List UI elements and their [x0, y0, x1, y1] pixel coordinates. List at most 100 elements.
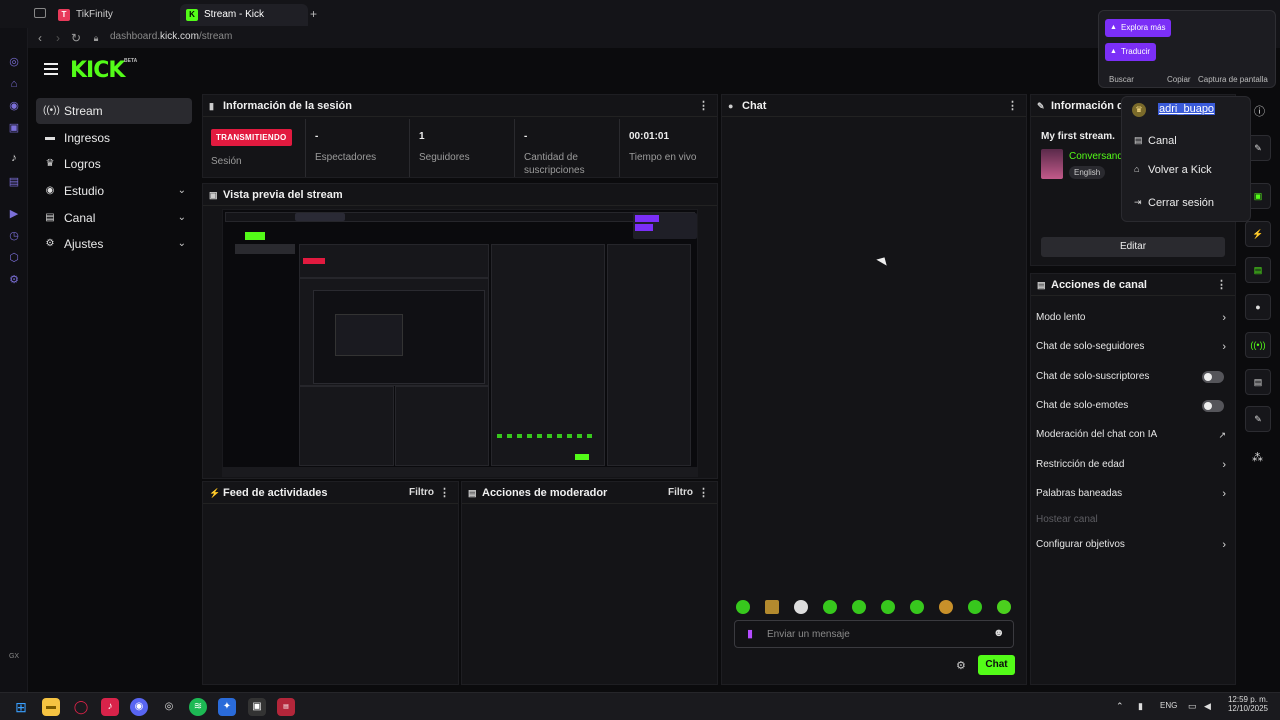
kick-logo[interactable]: KICK — [70, 58, 125, 83]
stat-label: Cantidad de suscripciones — [524, 152, 585, 176]
add-widget-icon[interactable]: ⁂ — [1252, 451, 1263, 464]
translate-button[interactable]: ▲ Traducir — [1105, 43, 1157, 61]
toggle-switch[interactable] — [1202, 371, 1224, 383]
shopping-icon[interactable]: ⌂ — [7, 77, 21, 91]
more-icon[interactable]: ⋮ — [1007, 95, 1018, 117]
toggle-switch[interactable] — [1202, 400, 1224, 412]
action-hostear-canal[interactable]: Hostear canal — [1036, 510, 1226, 530]
spotify-icon[interactable]: ≋ — [189, 698, 207, 716]
actions-icon[interactable]: ▤ — [1245, 369, 1271, 395]
log-icon[interactable]: ▤ — [1245, 257, 1271, 283]
opera-gx-icon[interactable]: ◯ — [72, 698, 90, 716]
sidebar-item-label: Stream — [64, 104, 103, 118]
more-icon[interactable]: ⋮ — [1216, 274, 1227, 296]
url-field[interactable]: dashboard.kick.com/stream — [110, 31, 232, 42]
sidebar-item-ingresos[interactable]: ▬ Ingresos — [36, 125, 192, 151]
search-link[interactable]: Buscar — [1109, 75, 1134, 84]
discord-icon[interactable]: ◉ — [130, 698, 148, 716]
emote-icon[interactable] — [736, 600, 750, 614]
history-icon[interactable]: ◷ — [7, 229, 21, 243]
menu-item-volver[interactable]: ⌂ Volver a Kick — [1134, 164, 1212, 176]
sidebar-item-estudio[interactable]: ◉ Estudio ⌄ — [36, 178, 192, 204]
player-icon[interactable]: ▶ — [7, 207, 21, 221]
panel-title: Información de — [1051, 100, 1130, 112]
emoji-icon[interactable]: ☻ — [993, 627, 1005, 639]
action-palabras-baneadas[interactable]: Palabras baneadas › — [1036, 484, 1226, 504]
tray-chevron-icon[interactable]: ⌃ — [1116, 701, 1124, 712]
explore-button[interactable]: ▲ Explora más — [1105, 19, 1172, 37]
tab-tikfinity[interactable]: T TikFinity — [52, 4, 176, 26]
microphone-icon[interactable]: ▮ — [1138, 701, 1143, 712]
lightning-icon[interactable]: ⚡ — [1245, 221, 1271, 247]
info-icon[interactable]: ⓘ — [1254, 103, 1265, 119]
more-icon[interactable]: ⋮ — [439, 482, 450, 504]
copy-link[interactable]: Copiar — [1167, 75, 1191, 84]
volume-icon[interactable]: ◀ — [1204, 701, 1211, 712]
emote-icon[interactable] — [997, 600, 1011, 614]
menu-icon[interactable] — [44, 63, 58, 75]
sidebar-item-stream[interactable]: ((•)) Stream — [36, 98, 192, 124]
username[interactable]: adri_buapo — [1158, 103, 1216, 115]
file-explorer-icon[interactable]: ▬ — [42, 698, 60, 716]
sidebar-item-logros[interactable]: ♛ Logros — [36, 151, 192, 177]
network-icon[interactable]: ▭ — [1188, 701, 1197, 712]
tab-kick-dashboard[interactable]: K Stream - Kick Dashboard — [180, 4, 308, 42]
sidebar-item-ajustes[interactable]: ⚙ Ajustes ⌄ — [36, 231, 192, 257]
emote-icon[interactable] — [968, 600, 982, 614]
twitch-icon[interactable]: ▤ — [7, 175, 21, 189]
tiktok-icon[interactable]: ♪ — [7, 151, 21, 165]
emote-icon[interactable] — [765, 600, 779, 614]
settings-icon[interactable]: ⚙ — [7, 273, 21, 287]
emote-icon[interactable] — [823, 600, 837, 614]
chat-settings-icon[interactable]: ⚙ — [956, 659, 966, 672]
screenshot-link[interactable]: Captura de pantalla — [1198, 75, 1268, 84]
action-restriccion-edad[interactable]: Restricción de edad › — [1036, 455, 1226, 475]
more-icon[interactable]: ⋮ — [698, 482, 709, 504]
forward-icon[interactable]: › — [50, 30, 66, 46]
action-modo-lento[interactable]: Modo lento › — [1036, 308, 1226, 328]
aria-icon[interactable]: ◎ — [7, 55, 21, 69]
emote-icon[interactable] — [910, 600, 924, 614]
broadcast-icon[interactable]: ((•)) — [1245, 332, 1271, 358]
aria-icon: ▲ — [1110, 48, 1117, 55]
app-icon[interactable]: ◎ — [160, 698, 178, 716]
app-icon[interactable]: ▣ — [248, 698, 266, 716]
emote-icon[interactable] — [852, 600, 866, 614]
app-icon[interactable]: ▤ — [277, 698, 295, 716]
messenger-icon[interactable]: ◉ — [7, 99, 21, 113]
back-icon[interactable]: ‹ — [32, 30, 48, 46]
action-configurar-objetivos[interactable]: Configurar objetivos › — [1036, 535, 1226, 555]
clock[interactable]: 12:59 p. m. 12/10/2025 — [1224, 695, 1268, 713]
emote-icon[interactable] — [881, 600, 895, 614]
logout-icon: ⇥ — [1134, 197, 1142, 207]
tikfinity-icon[interactable]: ♪ — [101, 698, 119, 716]
filter-button[interactable]: Filtro — [409, 482, 434, 504]
microphone-icon[interactable]: ▮ — [747, 627, 753, 640]
more-icon[interactable]: ⋮ — [698, 95, 709, 117]
url-prefix: dashboard. — [110, 31, 161, 42]
menu-item-cerrar-sesion[interactable]: ⇥ Cerrar sesión — [1134, 197, 1214, 209]
sidebar-item-canal[interactable]: ▤ Canal ⌄ — [36, 205, 192, 231]
category-link[interactable]: Conversand — [1069, 151, 1123, 162]
workspace-icon[interactable] — [34, 8, 46, 18]
chat-input[interactable]: ▮ Enviar un mensaje ☻ — [734, 620, 1014, 648]
new-tab-button[interactable]: + — [310, 7, 317, 21]
menu-item-canal[interactable]: ▤ Canal — [1134, 135, 1177, 147]
app-icon[interactable]: ▣ — [7, 121, 21, 135]
app-icon[interactable]: ✦ — [218, 698, 236, 716]
stream-preview-video[interactable] — [222, 209, 698, 477]
action-solo-seguidores[interactable]: Chat de solo-seguidores › — [1036, 337, 1226, 357]
filter-button[interactable]: Filtro — [668, 482, 693, 504]
chat-send-button[interactable]: Chat — [978, 655, 1015, 675]
language-indicator[interactable]: ENG — [1160, 701, 1177, 710]
gx-icon[interactable]: GX — [7, 650, 21, 664]
windows-start-icon[interactable]: ⊞ — [12, 698, 30, 716]
wrench-icon[interactable]: ✎ — [1245, 406, 1271, 432]
chat-icon[interactable]: ● — [1245, 294, 1271, 320]
bookmark-icon[interactable]: ⬡ — [7, 251, 21, 265]
reload-icon[interactable]: ↻ — [68, 30, 84, 46]
action-moderacion-ia[interactable]: Moderación del chat con IA ↗ — [1036, 425, 1226, 445]
emote-icon[interactable] — [794, 600, 808, 614]
emote-icon[interactable] — [939, 600, 953, 614]
edit-button[interactable]: Editar — [1041, 237, 1225, 257]
